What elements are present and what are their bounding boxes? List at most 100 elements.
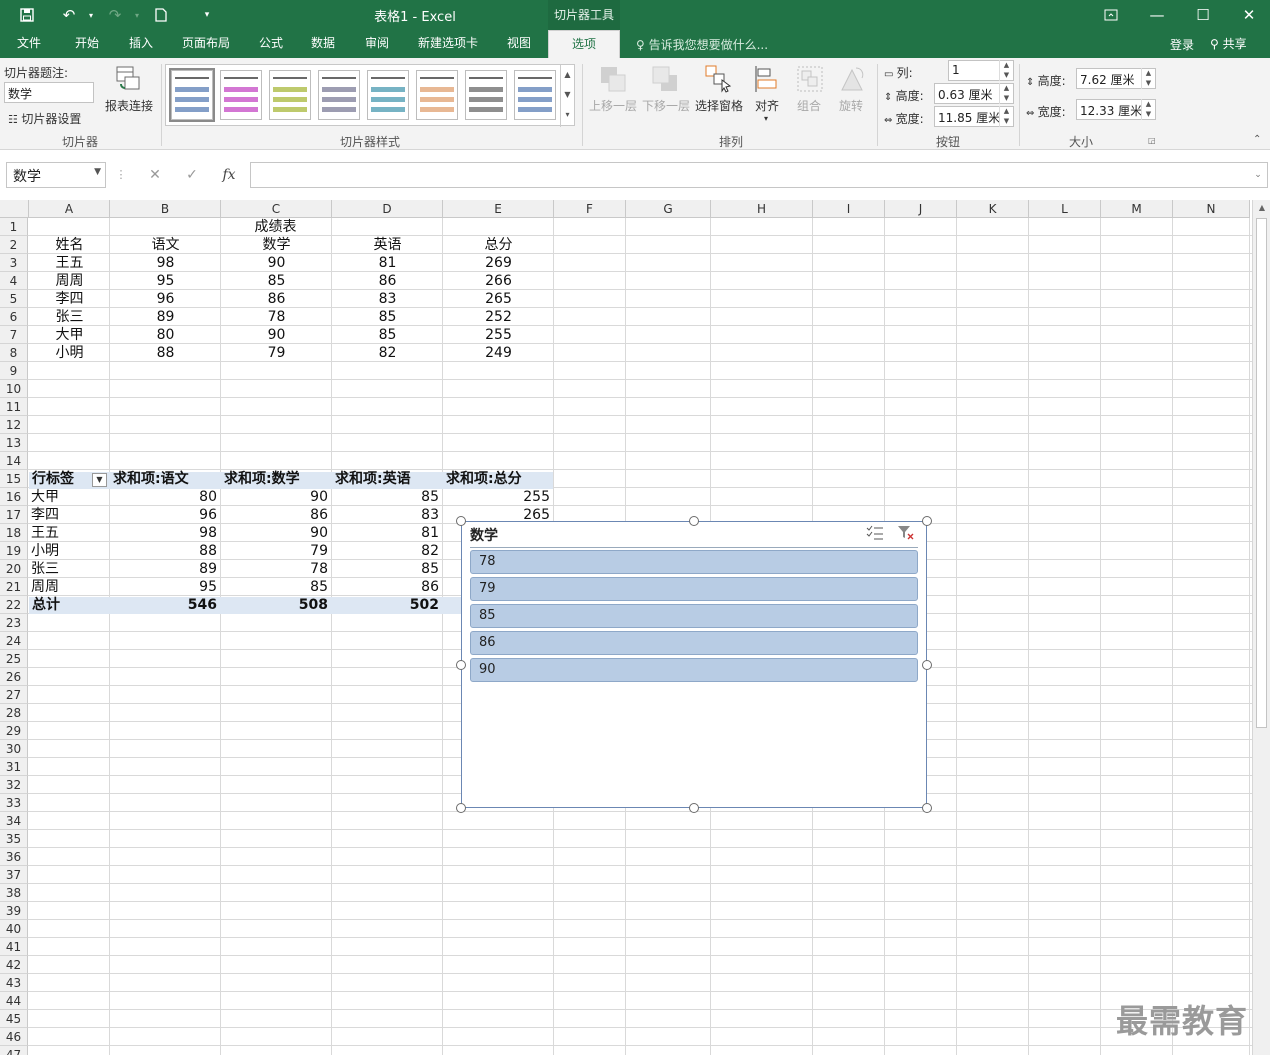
- table-cell[interactable]: 82: [332, 344, 443, 362]
- row-header[interactable]: 14: [0, 452, 28, 470]
- table-cell[interactable]: 86: [332, 272, 443, 290]
- undo-icon[interactable]: ↶: [58, 4, 80, 26]
- group-button[interactable]: 组合: [797, 97, 821, 114]
- row-header[interactable]: 4: [0, 272, 28, 290]
- redo-icon[interactable]: ↷: [104, 4, 126, 26]
- column-header[interactable]: D: [332, 200, 443, 218]
- slicer-width-spinner[interactable]: ▲ ▼: [1141, 99, 1155, 120]
- table-cell[interactable]: 255: [443, 326, 554, 344]
- row-header[interactable]: 18: [0, 524, 28, 542]
- row-header[interactable]: 22: [0, 596, 28, 614]
- pivot-cell[interactable]: 90: [221, 524, 332, 542]
- name-box[interactable]: 数学 ▼: [6, 162, 106, 188]
- resize-handle[interactable]: [456, 516, 466, 526]
- row-header[interactable]: 13: [0, 434, 28, 452]
- slicer-math[interactable]: 数学 78 79 85 86 90: [461, 521, 927, 808]
- minimize-icon[interactable]: —: [1134, 0, 1180, 30]
- resize-handle[interactable]: [689, 516, 699, 526]
- pivot-cell[interactable]: 86: [221, 506, 332, 524]
- table-title[interactable]: 成绩表: [220, 218, 331, 236]
- table-cell[interactable]: 85: [332, 308, 443, 326]
- slicer-style-option[interactable]: [269, 70, 311, 120]
- row-header[interactable]: 36: [0, 848, 28, 866]
- slicer-height-spinner[interactable]: ▲ ▼: [1141, 68, 1155, 89]
- pivot-cell[interactable]: 96: [110, 506, 221, 524]
- slicer-caption-input[interactable]: 数学: [4, 82, 94, 103]
- pivot-cell[interactable]: 85: [332, 560, 443, 578]
- column-header[interactable]: I: [813, 200, 885, 218]
- table-cell[interactable]: 90: [221, 326, 332, 344]
- scroll-up-icon[interactable]: ▲: [1253, 200, 1270, 216]
- row-header[interactable]: 15: [0, 470, 28, 488]
- rotate-button[interactable]: 旋转: [839, 97, 863, 114]
- tab-file[interactable]: 文件: [6, 30, 52, 58]
- pivot-cell[interactable]: 小明: [31, 542, 112, 560]
- gallery-more-icon[interactable]: ▾: [561, 105, 574, 125]
- pivot-total-cell[interactable]: 546: [110, 596, 221, 614]
- gallery-up-icon[interactable]: ▲: [561, 65, 574, 85]
- column-header[interactable]: N: [1173, 200, 1250, 218]
- table-cell[interactable]: 85: [332, 326, 443, 344]
- pivot-header-cell[interactable]: 求和项:数学: [224, 470, 332, 488]
- row-header[interactable]: 42: [0, 956, 28, 974]
- slicer-style-option[interactable]: [318, 70, 360, 120]
- row-header[interactable]: 21: [0, 578, 28, 596]
- gallery-down-icon[interactable]: ▼: [561, 85, 574, 105]
- table-cell[interactable]: 95: [110, 272, 221, 290]
- table-header-cell[interactable]: 数学: [221, 236, 332, 254]
- table-cell[interactable]: 81: [332, 254, 443, 272]
- slicer-style-option[interactable]: [367, 70, 409, 120]
- table-cell[interactable]: 269: [443, 254, 554, 272]
- tab-formulas[interactable]: 公式: [248, 30, 294, 58]
- table-cell[interactable]: 周周: [29, 272, 110, 290]
- name-box-dropdown-icon[interactable]: ▼: [94, 167, 101, 177]
- undo-dropdown-icon[interactable]: ▾: [80, 4, 102, 26]
- slicer-item[interactable]: 85: [470, 604, 918, 628]
- column-header[interactable]: C: [221, 200, 332, 218]
- table-cell[interactable]: 265: [443, 290, 554, 308]
- insert-function-icon[interactable]: fx: [212, 162, 246, 188]
- tab-insert[interactable]: 插入: [118, 30, 164, 58]
- pivot-cell[interactable]: 82: [332, 542, 443, 560]
- pivot-cell[interactable]: 86: [332, 578, 443, 596]
- pivot-cell[interactable]: 王五: [31, 524, 112, 542]
- table-header-cell[interactable]: 英语: [332, 236, 443, 254]
- column-header[interactable]: G: [626, 200, 711, 218]
- resize-handle[interactable]: [922, 516, 932, 526]
- pivot-cell[interactable]: 张三: [31, 560, 112, 578]
- formula-input[interactable]: [250, 162, 1268, 188]
- row-header[interactable]: 26: [0, 668, 28, 686]
- tab-data[interactable]: 数据: [300, 30, 346, 58]
- tab-view[interactable]: 视图: [496, 30, 542, 58]
- pivot-cell[interactable]: 95: [110, 578, 221, 596]
- slicer-item[interactable]: 90: [470, 658, 918, 682]
- column-header[interactable]: B: [110, 200, 221, 218]
- row-header[interactable]: 11: [0, 398, 28, 416]
- slicer-settings-button[interactable]: ☷ 切片器设置: [8, 110, 81, 127]
- resize-handle[interactable]: [456, 803, 466, 813]
- resize-handle[interactable]: [456, 659, 466, 670]
- row-header[interactable]: 20: [0, 560, 28, 578]
- row-header[interactable]: 33: [0, 794, 28, 812]
- pivot-header-cell[interactable]: 求和项:语文: [113, 470, 221, 488]
- maximize-icon[interactable]: ☐: [1180, 0, 1226, 30]
- row-header[interactable]: 7: [0, 326, 28, 344]
- pivot-cell[interactable]: 79: [221, 542, 332, 560]
- row-header[interactable]: 30: [0, 740, 28, 758]
- cancel-icon[interactable]: ✕: [138, 162, 172, 188]
- tell-me-search[interactable]: ♀ 告诉我您想要做什么...: [636, 36, 768, 53]
- row-header[interactable]: 2: [0, 236, 28, 254]
- tab-home[interactable]: 开始: [64, 30, 110, 58]
- tab-new-tab[interactable]: 新建选项卡: [408, 30, 488, 58]
- pivot-cell[interactable]: 81: [332, 524, 443, 542]
- pivot-cell[interactable]: 98: [110, 524, 221, 542]
- table-cell[interactable]: 李四: [29, 290, 110, 308]
- table-header-cell[interactable]: 姓名: [29, 236, 110, 254]
- bring-forward-button[interactable]: 上移一层: [589, 97, 637, 114]
- size-dialog-launcher-icon[interactable]: ◲: [1148, 136, 1156, 145]
- table-header-cell[interactable]: 总分: [443, 236, 554, 254]
- row-header[interactable]: 44: [0, 992, 28, 1010]
- button-height-spinner[interactable]: ▲ ▼: [999, 83, 1013, 104]
- pivot-cell[interactable]: 255: [443, 488, 554, 506]
- slicer-style-option[interactable]: [514, 70, 556, 120]
